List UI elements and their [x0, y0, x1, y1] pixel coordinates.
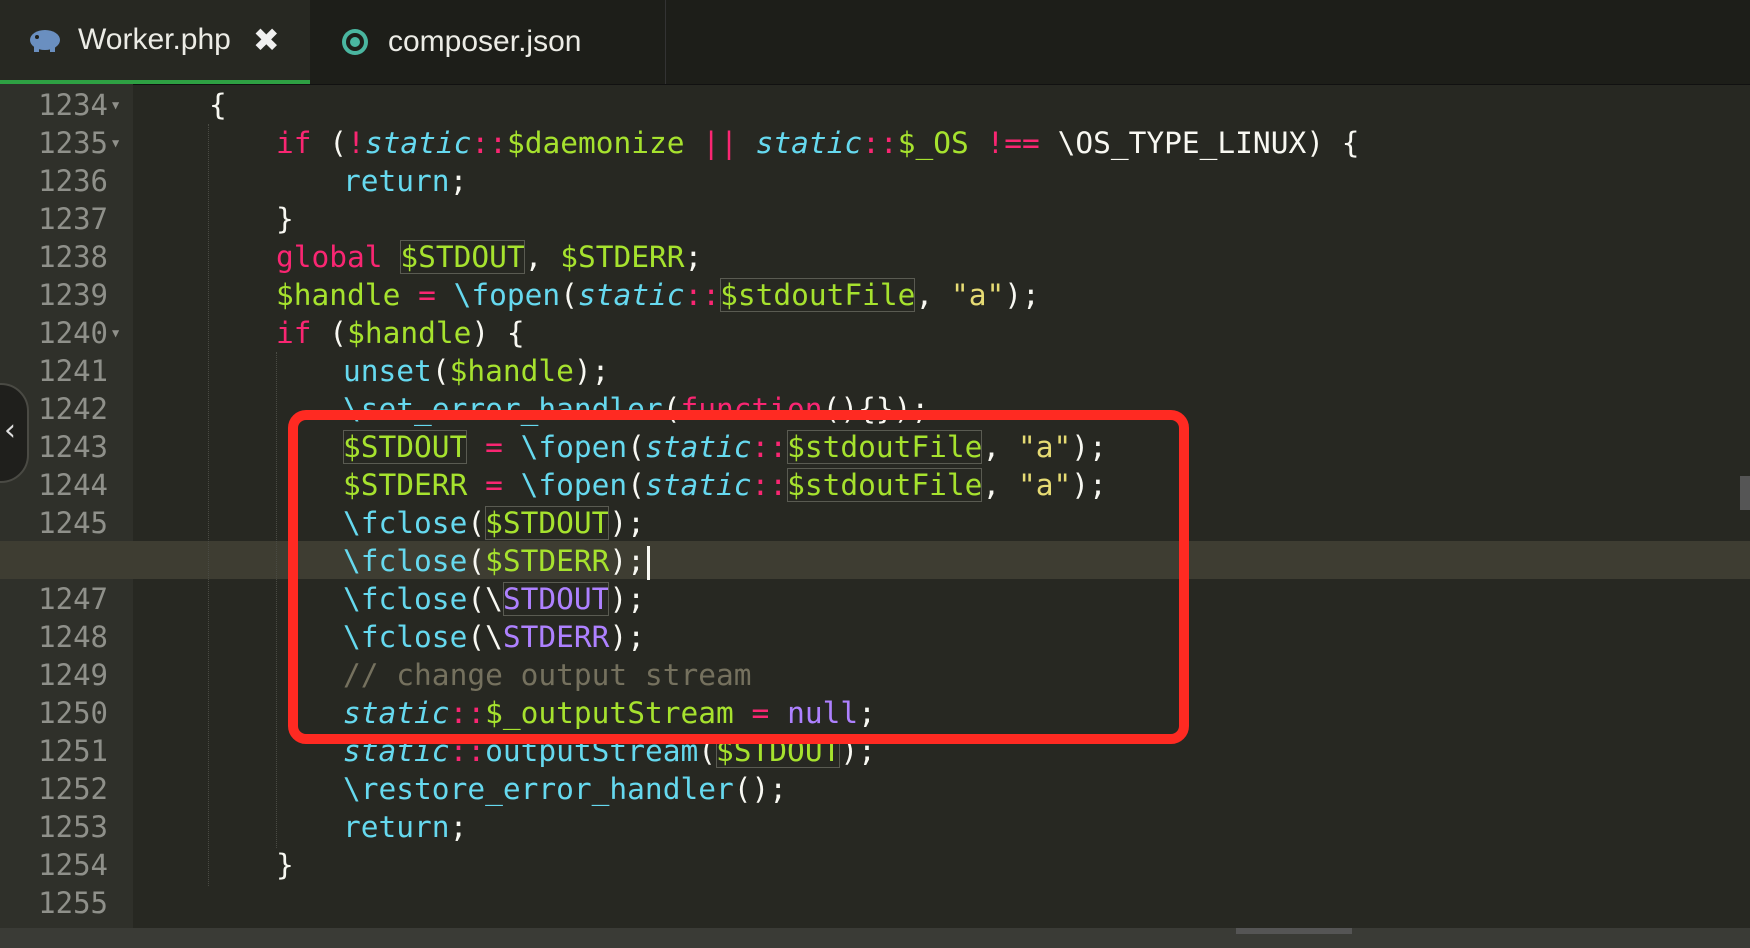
tab-worker-php[interactable]: Worker.php ✖	[0, 0, 310, 84]
code-line-1241: unset($handle);	[343, 354, 610, 388]
red-annotation-box	[288, 410, 1189, 744]
tab-composer-json[interactable]: composer.json	[310, 0, 666, 84]
line-number: 1239	[38, 278, 108, 312]
line-number: 1249	[38, 658, 108, 692]
code-line-1236: return;	[343, 164, 468, 198]
code-line-1238: global $STDOUT, $STDERR;	[276, 240, 703, 274]
fold-arrow-icon[interactable]: ▼	[112, 86, 124, 124]
line-number: 1247	[38, 582, 108, 616]
line-number: 1248	[38, 620, 108, 654]
line-number: 1255	[38, 886, 108, 920]
code-line-1239: $handle = \fopen(static::$stdoutFile, "a…	[276, 278, 1040, 312]
indent-guide	[276, 352, 278, 848]
line-number: 1251	[38, 734, 108, 768]
line-number-gutter: 1234 ▼ 1235 ▼ 1236 1237 1238 1239 1240 ▼…	[0, 84, 133, 928]
composer-icon	[338, 25, 372, 59]
horizontal-scrollbar[interactable]	[0, 928, 1750, 948]
code-line-1237: }	[276, 202, 294, 236]
php-elephant-icon	[28, 23, 62, 57]
code-line-1235: if (!static::$daemonize || static::$_OS …	[276, 126, 1360, 160]
code-line-1240: if ($handle) {	[276, 316, 525, 350]
fold-arrow-icon[interactable]: ▼	[112, 124, 124, 162]
code-line-1253: return;	[343, 810, 468, 844]
close-icon[interactable]: ✖	[253, 21, 280, 59]
line-number: 1236	[38, 164, 108, 198]
line-number: 1253	[38, 810, 108, 844]
line-number: 1234	[38, 88, 108, 122]
code-line-1234: {	[209, 88, 227, 122]
code-line-1252: \restore_error_handler();	[343, 772, 788, 806]
line-number: 1252	[38, 772, 108, 806]
line-number: 1250	[38, 696, 108, 730]
line-number: 1254	[38, 848, 108, 882]
code-line-1254: }	[276, 848, 294, 882]
scrollbar-thumb[interactable]	[1236, 928, 1352, 934]
tab-label: Worker.php	[78, 23, 231, 56]
tab-label: composer.json	[388, 25, 582, 58]
line-number: 1241	[38, 354, 108, 388]
minimap-scroll-marker[interactable]	[1740, 476, 1750, 510]
fold-arrow-icon[interactable]: ▼	[112, 314, 124, 352]
line-number: 1240	[38, 316, 108, 350]
tab-bar: Worker.php ✖ composer.json	[0, 0, 1750, 85]
sidebar-toggle-handle[interactable]: ‹	[0, 383, 29, 483]
line-number: 1245	[38, 506, 108, 540]
line-number: 1237	[38, 202, 108, 236]
chevron-left-icon: ‹	[4, 413, 16, 448]
line-number: 1238	[38, 240, 108, 274]
line-number: 1235	[38, 126, 108, 160]
indent-guide	[208, 124, 210, 886]
